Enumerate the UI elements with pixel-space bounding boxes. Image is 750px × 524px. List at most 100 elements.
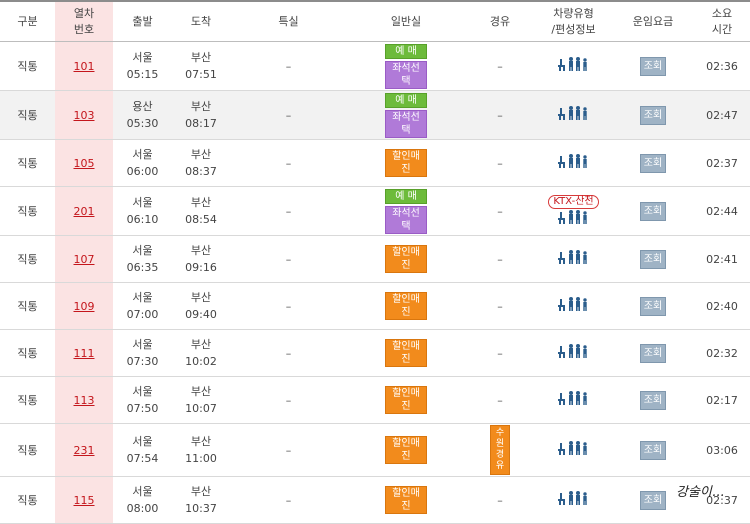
vehicle-cell — [535, 90, 612, 140]
via-empty: – — [497, 59, 503, 73]
via-empty: – — [497, 252, 503, 266]
fare-check-button[interactable]: 조회 — [640, 296, 666, 316]
special-cell: – — [230, 329, 347, 377]
train-number-link[interactable]: 201 — [74, 205, 95, 218]
general-cell: 예 매좌석선택 — [347, 90, 465, 140]
vehicle-type-icon[interactable] — [557, 490, 591, 506]
discount-soldout-badge: 할인매진 — [385, 292, 427, 320]
vehicle-type-icon[interactable] — [557, 249, 591, 265]
via-suwon-badge[interactable]: 수원 경유 — [490, 425, 510, 475]
via-empty: – — [497, 493, 503, 507]
vehicle-type-icon[interactable] — [557, 153, 591, 169]
vehicle-cell — [535, 139, 612, 187]
fare-check-button[interactable]: 조회 — [640, 490, 666, 510]
type-cell: 직통 — [0, 282, 55, 330]
fare-check-button[interactable]: 조회 — [640, 153, 666, 173]
general-cell: 예 매좌석선택 — [347, 186, 465, 236]
fare-cell: 조회 — [612, 186, 694, 236]
watermark: 강술이... — [676, 485, 725, 500]
discount-soldout-badge: 할인매진 — [385, 149, 427, 177]
seat-select-button[interactable]: 좌석선택 — [385, 110, 427, 138]
duration-cell: 02:17 — [694, 376, 750, 424]
duration-cell: 02:47 — [694, 90, 750, 140]
depart-cell: 서울 07:30 — [113, 329, 172, 377]
general-cell: 할인매진 — [347, 329, 465, 377]
train-number-link[interactable]: 111 — [74, 347, 95, 360]
depart-station: 서울 — [132, 435, 153, 448]
arrive-time: 09:40 — [185, 308, 217, 321]
vehicle-cell — [535, 423, 612, 477]
fare-check-button[interactable]: 조회 — [640, 56, 666, 76]
depart-time: 07:54 — [126, 452, 159, 465]
general-cell: 할인매진 — [347, 423, 465, 477]
vehicle-cell — [535, 235, 612, 283]
special-empty: – — [285, 59, 292, 73]
depart-cell: 용산 05:30 — [113, 90, 172, 140]
train-number-link[interactable]: 115 — [74, 494, 95, 507]
arrive-time: 10:07 — [185, 402, 217, 415]
fare-check-button[interactable]: 조회 — [640, 343, 666, 363]
discount-soldout-badge: 할인매진 — [385, 245, 427, 273]
arrive-station: 부산 — [190, 385, 212, 398]
reserve-button[interactable]: 예 매 — [385, 189, 427, 204]
reserve-button[interactable]: 예 매 — [385, 93, 427, 108]
via-empty: – — [497, 108, 503, 122]
vehicle-type-icon[interactable] — [557, 296, 591, 312]
arrive-cell: 부산 10:37 — [172, 476, 230, 524]
arrive-cell: 부산 09:40 — [172, 282, 230, 330]
depart-station: 서울 — [132, 485, 153, 498]
train-number-link[interactable]: 101 — [74, 60, 95, 73]
depart-station: 서울 — [132, 196, 153, 209]
discount-soldout-badge: 할인매진 — [385, 436, 427, 464]
fare-cell: 조회 — [612, 235, 694, 283]
discount-soldout-badge: 할인매진 — [385, 386, 427, 414]
special-cell: – — [230, 41, 347, 91]
vehicle-type-icon[interactable] — [557, 56, 591, 72]
train-number-link[interactable]: 105 — [74, 157, 95, 170]
header-type: 구분 — [0, 0, 55, 42]
table-row: 직통 101 서울 05:15 부산 07:51 – 예 매 좌석선택 – 조회 02:36 — [0, 41, 750, 91]
fare-cell: 조회 — [612, 90, 694, 140]
depart-cell: 서울 07:00 — [113, 282, 172, 330]
train-number-link[interactable]: 113 — [74, 394, 95, 407]
train-no-cell: 231 — [55, 423, 113, 477]
fare-check-button[interactable]: 조회 — [640, 105, 666, 125]
vehicle-cell — [535, 476, 612, 524]
special-cell: – — [230, 282, 347, 330]
fare-check-button[interactable]: 조회 — [640, 201, 666, 221]
depart-cell: 서울 07:54 — [113, 423, 172, 477]
reserve-button[interactable]: 예 매 — [385, 44, 427, 59]
fare-check-button[interactable]: 조회 — [640, 440, 666, 460]
vehicle-type-icon[interactable] — [557, 390, 591, 406]
train-number-link[interactable]: 109 — [74, 300, 95, 313]
header-depart: 출발 — [113, 0, 172, 42]
vehicle-type-icon[interactable] — [557, 440, 591, 456]
train-number-link[interactable]: 107 — [74, 253, 95, 266]
arrive-station: 부산 — [190, 196, 212, 209]
ktx-sancheon-badge: KTX-산천 — [548, 195, 599, 209]
type-cell: 직통 — [0, 476, 55, 524]
general-cell: 예 매좌석선택 — [347, 41, 465, 91]
vehicle-type-icon[interactable] — [557, 105, 591, 121]
arrive-station: 부산 — [190, 244, 212, 257]
header-train-no-text: 열차 번호 — [73, 6, 95, 36]
train-no-cell: 105 — [55, 139, 113, 187]
via-cell: – — [465, 376, 535, 424]
table-row: 직통 105 서울 06:00 부산 08:37 – 할인매진 – 조회 02:37 — [0, 139, 750, 187]
fare-check-button[interactable]: 조회 — [640, 249, 666, 269]
depart-time: 05:30 — [126, 117, 159, 130]
vehicle-cell — [535, 376, 612, 424]
train-number-link[interactable]: 103 — [74, 109, 95, 122]
special-cell: – — [230, 139, 347, 187]
seat-select-button[interactable]: 좌석선택 — [385, 61, 427, 89]
type-cell: 직통 — [0, 139, 55, 187]
vehicle-type-icon[interactable] — [557, 343, 591, 359]
arrive-cell: 부산 07:51 — [172, 41, 230, 91]
vehicle-type-icon[interactable] — [557, 209, 591, 225]
vehicle-cell — [535, 41, 612, 91]
fare-check-button[interactable]: 조회 — [640, 390, 666, 410]
depart-time: 07:30 — [126, 355, 159, 368]
train-number-link[interactable]: 231 — [74, 444, 95, 457]
train-no-cell: 111 — [55, 329, 113, 377]
seat-select-button[interactable]: 좌석선택 — [385, 206, 427, 234]
